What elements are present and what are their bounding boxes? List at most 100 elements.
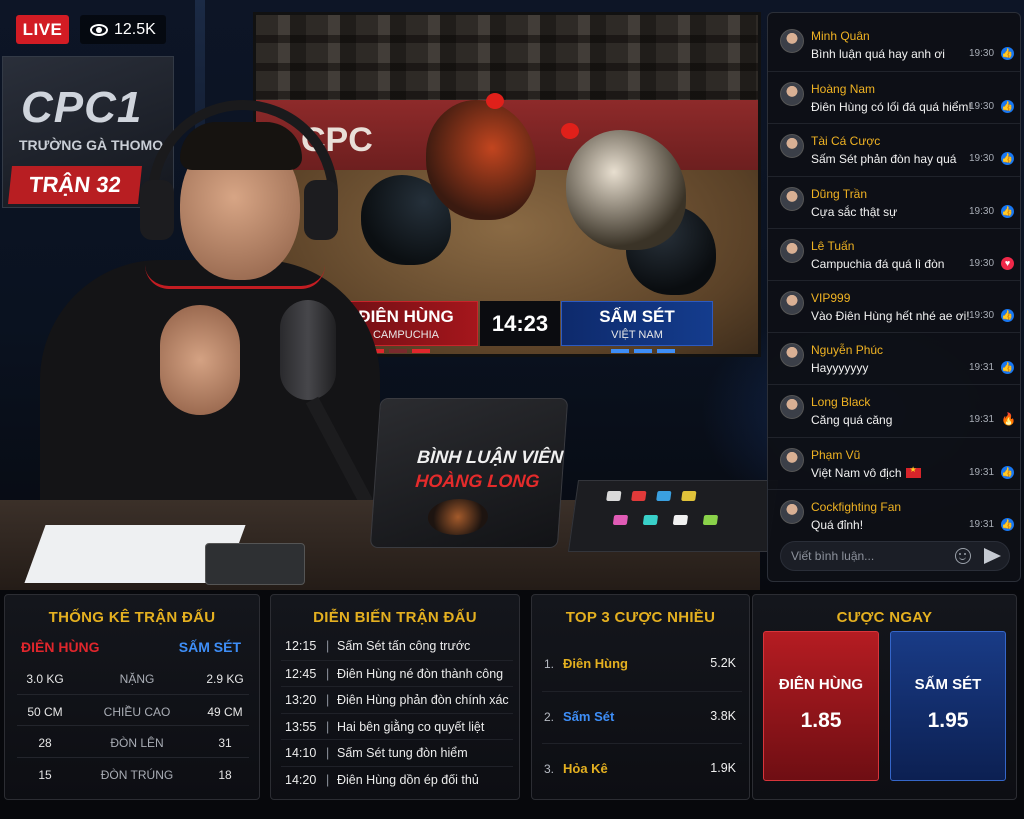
- event-separator: |: [326, 773, 330, 787]
- bet-sam-set-button[interactable]: SẤM SÉT 1.95: [890, 631, 1006, 781]
- chat-comment-input[interactable]: [780, 541, 1010, 571]
- vietnam-flag-icon: [905, 465, 921, 478]
- chat-text-content: Bình luận quá hay anh ơi: [811, 47, 945, 61]
- avatar[interactable]: [780, 29, 804, 53]
- event-time: 13:20: [285, 693, 317, 708]
- chat-text-content: Sấm Sét phản đòn hay quá: [811, 152, 957, 167]
- top-bet-value: 3.8K: [710, 709, 736, 723]
- scoreboard-timer: 14:23: [480, 301, 560, 346]
- chat-message: Lê Tuấn Campuchia đá quá lì đòn 19:30 ♥: [768, 227, 1020, 280]
- bet-option-odds: 1.95: [927, 709, 969, 732]
- chat-timestamp: 19:31: [969, 518, 995, 530]
- right-team-indicator: [611, 349, 675, 353]
- laptop-title: BÌNH LUẬN VIÊN: [416, 447, 564, 467]
- like-icon[interactable]: 👍: [1001, 47, 1014, 60]
- live-chat-panel: Minh Quân Bình luận quá hay anh ơi 19:30 👍 H…: [767, 12, 1021, 582]
- avatar[interactable]: [780, 499, 804, 524]
- match-events-panel: DIỄN BIẾN TRẬN ĐẤU 12:15 | Sấm Sét tấn côn…: [270, 594, 520, 800]
- chat-username[interactable]: Cockfighting Fan: [811, 500, 901, 514]
- event-time: 12:45: [285, 666, 317, 681]
- event-text: Điên Hùng né đòn thành công: [337, 666, 504, 681]
- stats-label: NẶNG: [119, 672, 155, 686]
- rooster-logo-icon: [426, 499, 490, 535]
- like-icon[interactable]: 👍: [1001, 152, 1014, 166]
- event-separator: |: [326, 746, 330, 761]
- chat-timestamp: 19:30: [969, 205, 995, 217]
- stats-label: ĐÒN LÊN: [110, 736, 164, 750]
- chat-text: Campuchia đá quá lì đòn: [811, 257, 944, 271]
- like-icon[interactable]: 👍: [1001, 517, 1014, 531]
- chat-username[interactable]: Long Black: [811, 395, 870, 409]
- avatar[interactable]: [780, 343, 804, 368]
- desk-phone: [205, 543, 305, 585]
- top-bet-row[interactable]: 2. Sấm Sét 3.8K: [542, 691, 742, 743]
- event-time: 14:10: [285, 746, 317, 761]
- event-row: 14:20 | Điên Hùng dồn ép đối thủ: [281, 766, 513, 792]
- chat-username[interactable]: Dũng Trần: [811, 187, 867, 201]
- chat-message: Minh Quân Bình luận quá hay anh ơi 19:30 👍: [768, 19, 1020, 71]
- chat-username[interactable]: Minh Quân: [811, 29, 870, 43]
- stats-left-team: ĐIÊN HÙNG: [21, 639, 100, 655]
- like-icon[interactable]: 👍: [1001, 465, 1014, 479]
- like-icon[interactable]: 👍: [1001, 361, 1014, 375]
- chat-text: Quá đỉnh!: [811, 518, 863, 532]
- fire-icon[interactable]: 🔥: [1001, 413, 1016, 426]
- match-info-bar: THỐNG KÊ TRẬN ĐẤU ĐIÊN HÙNG SẤM SÉT 3.0 …: [0, 590, 1024, 819]
- chat-message: Dũng Trần Cựa sắc thật sự 19:30 👍: [768, 175, 1020, 228]
- chat-message: Long Black Căng quá căng 19:31 🔥: [768, 384, 1020, 436]
- top-bet-row[interactable]: 3. Hỏa Kê 1.9K: [542, 743, 742, 795]
- stats-label: CHIỀU CAO: [103, 704, 171, 719]
- chat-username[interactable]: VIP999: [811, 291, 850, 305]
- audio-mixer: [567, 480, 779, 552]
- chat-username[interactable]: Phạm Vũ: [811, 448, 860, 462]
- rooster-right-comb: [561, 123, 579, 139]
- avatar[interactable]: [780, 82, 804, 107]
- event-time: 14:20: [285, 773, 317, 787]
- bet-now-title: CƯỢC NGAY: [836, 609, 933, 626]
- scoreboard-right-name: SẤM SÉT: [599, 307, 675, 326]
- event-text: Hai bên giằng co quyết liệt: [337, 719, 485, 734]
- chat-message: Nguyễn Phúc Hayyyyyyy 19:31 👍: [768, 332, 1020, 384]
- avatar[interactable]: [780, 447, 804, 472]
- avatar[interactable]: [780, 238, 804, 263]
- viewer-count: 12.5K: [114, 20, 156, 38]
- chat-text-content: Cựa sắc thật sự: [811, 204, 898, 219]
- avatar[interactable]: [780, 395, 804, 420]
- chat-username[interactable]: Hoàng Nam: [811, 82, 875, 96]
- chat-timestamp: 19:31: [969, 466, 995, 478]
- chat-timestamp: 19:31: [969, 362, 995, 374]
- chat-text: Sấm Sét phản đòn hay quá: [811, 152, 956, 166]
- heart-icon[interactable]: ♥: [1001, 256, 1014, 270]
- chat-text-content: Campuchia đá quá lì đòn: [811, 256, 945, 271]
- stats-right-value: 2.9 KG: [206, 672, 244, 686]
- chat-username[interactable]: Tài Cá Cược: [811, 134, 880, 148]
- chat-text-content: Hayyyyyyy: [811, 361, 869, 376]
- chat-timestamp: 19:30: [969, 48, 995, 59]
- avatar[interactable]: [780, 134, 804, 159]
- chat-message-list[interactable]: Minh Quân Bình luận quá hay anh ơi 19:30 👍 H…: [768, 19, 1020, 541]
- top-bet-value: 1.9K: [710, 761, 736, 775]
- top-bet-row[interactable]: 1. Điên Hùng 5.2K: [542, 639, 742, 691]
- eye-icon: [90, 23, 108, 36]
- headphone-right-cup: [304, 180, 338, 240]
- like-icon[interactable]: 👍: [1001, 204, 1014, 218]
- stats-right-value: 18: [218, 767, 232, 782]
- chat-message: Tài Cá Cược Sấm Sét phản đòn hay quá 19:30…: [768, 123, 1020, 175]
- emoji-icon[interactable]: [955, 548, 971, 564]
- chat-username[interactable]: Nguyễn Phúc: [811, 343, 883, 357]
- avatar[interactable]: [780, 290, 804, 315]
- commentator-laptop: BÌNH LUẬN VIÊN HOÀNG LONG: [369, 398, 569, 548]
- bet-dien-hung-button[interactable]: ĐIÊN HÙNG 1.85: [763, 631, 879, 781]
- top-bet-value: 5.2K: [710, 656, 736, 670]
- event-text: Sấm Sét tấn công trước: [337, 639, 471, 653]
- send-icon[interactable]: [984, 548, 1001, 564]
- match-stats-title: THỐNG KÊ TRẬN ĐẤU: [48, 609, 216, 626]
- like-icon[interactable]: 👍: [1001, 308, 1014, 322]
- stats-left-value: 15: [38, 767, 52, 782]
- like-icon[interactable]: 👍: [1001, 100, 1014, 114]
- event-row: 13:20 | Điên Hùng phản đòn chính xác: [281, 686, 513, 712]
- avatar[interactable]: [780, 186, 804, 211]
- chat-username[interactable]: Lê Tuấn: [811, 239, 854, 253]
- viewer-count-badge: 12.5K: [80, 15, 166, 44]
- top-bets-title: TOP 3 CƯỢC NHIỀU: [565, 609, 716, 626]
